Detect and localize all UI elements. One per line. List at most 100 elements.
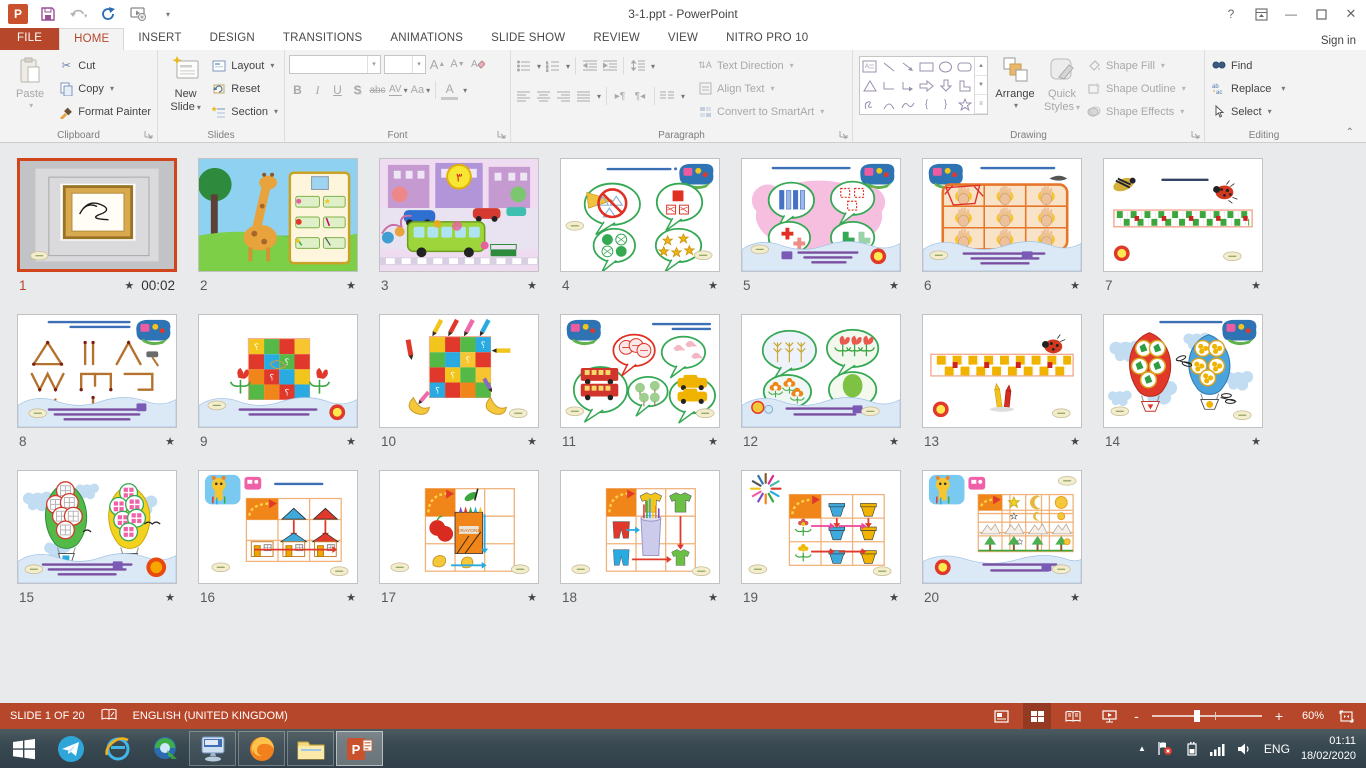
slide-thumbnail-9[interactable]: ؟؟؟؟ [198,314,358,428]
sign-in-link[interactable]: Sign in [1311,31,1366,50]
slide-cell-16[interactable]: 16 ★ [198,470,358,606]
animation-star-icon[interactable]: ★ [124,279,134,292]
bold-button[interactable]: B [289,81,306,100]
font-name-combo[interactable]: ▾ [289,55,381,74]
tab-view[interactable]: VIEW [654,28,712,50]
decrease-indent-button[interactable] [581,57,598,76]
arc-shape-icon[interactable] [879,95,898,114]
slide-cell-4[interactable]: 4 ★ [560,158,720,294]
slide-cell-3[interactable]: ۳ 3 ★ [379,158,539,294]
text-direction-button[interactable]: ⇅A Text Direction▾ [695,55,826,76]
animation-star-icon[interactable]: ★ [165,435,175,448]
animation-star-icon[interactable]: ★ [1070,279,1080,292]
align-text-button[interactable]: Align Text▾ [695,78,826,99]
italic-button[interactable]: I [309,81,326,100]
section-button[interactable]: Section▾ [209,101,280,122]
slide-thumbnail-1[interactable] [17,158,177,272]
slide-thumbnail-11[interactable] [560,314,720,428]
slide-cell-17[interactable]: CRAYONS 17 ★ [379,470,539,606]
animation-star-icon[interactable]: ★ [1251,435,1261,448]
curve-shape-icon[interactable] [898,95,917,114]
customize-qat-icon[interactable]: ▾ [158,4,178,24]
normal-view-button[interactable] [987,703,1015,729]
find-button[interactable]: Find [1209,55,1287,76]
slideshow-view-button[interactable] [1095,703,1123,729]
slide-cell-18[interactable]: 18 ★ [560,470,720,606]
slide-thumbnail-2[interactable] [198,158,358,272]
slide-thumbnail-20[interactable] [922,470,1082,584]
font-size-combo[interactable]: ▾ [384,55,426,74]
firefox-icon[interactable] [238,731,285,766]
start-button[interactable] [0,729,47,768]
slide-cell-19[interactable]: 19 ★ [741,470,901,606]
collapse-ribbon-icon[interactable]: ⌃ [1334,127,1366,142]
right-arrow-shape-icon[interactable] [917,76,936,95]
tab-file[interactable]: FILE [0,28,59,50]
file-explorer-icon[interactable] [287,731,334,766]
tab-design[interactable]: DESIGN [196,28,269,50]
animation-star-icon[interactable]: ★ [708,435,718,448]
slide-cell-11[interactable]: 11 ★ [560,314,720,450]
arrow-shape-icon[interactable] [898,57,917,76]
slide-sorter-view-button[interactable] [1023,703,1051,729]
language-indicator[interactable]: ENGLISH (UNITED KINGDOM) [133,710,288,722]
align-right-button[interactable] [555,87,572,106]
animation-star-icon[interactable]: ★ [527,435,537,448]
fit-slide-to-window-button[interactable] [1332,703,1360,729]
animation-star-icon[interactable]: ★ [527,591,537,604]
animation-star-icon[interactable]: ★ [165,591,175,604]
strikethrough-button[interactable]: abc [369,81,386,100]
star-shape-icon[interactable] [955,95,974,114]
slide-thumbnail-4[interactable] [560,158,720,272]
slide-thumbnail-14[interactable] [1103,314,1263,428]
slide-sorter-pane[interactable]: 1 ★ 00:02 2 ★ ۳ 3 ★ 4 ★ 5 ★ [0,143,1366,703]
shape-fill-button[interactable]: Shape Fill▾ [1084,55,1188,76]
shapes-gallery-scrollbar[interactable]: ▲▼≡ [974,57,987,114]
zoom-in-button[interactable]: + [1272,708,1286,724]
power-battery-icon[interactable] [1184,741,1198,756]
telegram-icon[interactable] [47,729,94,768]
scribble-shape-icon[interactable] [860,95,879,114]
animation-star-icon[interactable]: ★ [889,435,899,448]
align-center-button[interactable] [535,87,552,106]
slide-cell-12[interactable]: 12 ★ [741,314,901,450]
convert-smartart-button[interactable]: Convert to SmartArt▾ [695,101,826,122]
arrange-button[interactable]: Arrange ▾ [990,53,1040,110]
line-spacing-button[interactable] [629,57,646,76]
slide-cell-7[interactable]: 7 ★ [1103,158,1263,294]
select-button[interactable]: Select▾ [1209,101,1287,122]
start-from-beginning-icon[interactable] [128,4,148,24]
animation-star-icon[interactable]: ★ [1251,279,1261,292]
animation-star-icon[interactable]: ★ [1070,435,1080,448]
paste-button[interactable]: Paste ▾ [4,53,56,110]
slide-thumbnail-12[interactable] [741,314,901,428]
keyboard-language-indicator[interactable]: ENG [1264,742,1290,756]
columns-button[interactable] [659,87,676,106]
slide-thumbnail-18[interactable] [560,470,720,584]
tab-slide-show[interactable]: SLIDE SHOW [477,28,579,50]
clear-formatting-icon[interactable]: A [469,55,486,74]
cut-button[interactable]: ✂ Cut [56,55,153,76]
grow-font-button[interactable]: A▲ [429,55,446,74]
shrink-font-button[interactable]: A▼ [449,55,466,74]
tab-transitions[interactable]: TRANSITIONS [269,28,377,50]
network-signal-icon[interactable] [1209,742,1226,756]
minimize-button[interactable]: — [1276,0,1306,28]
tab-animations[interactable]: ANIMATIONS [376,28,477,50]
copy-button[interactable]: Copy▾ [56,78,153,99]
notes-icon[interactable] [101,708,117,724]
numbering-button[interactable]: 123 [544,57,561,76]
slide-thumbnail-6[interactable] [922,158,1082,272]
clipboard-dialog-launcher-icon[interactable] [144,130,154,140]
slide-thumbnail-15[interactable] [17,470,177,584]
text-box-shape-icon[interactable]: A [860,57,879,76]
change-case-button[interactable]: Aa▾ [411,81,430,100]
tab-insert[interactable]: INSERT [124,28,195,50]
slide-cell-13[interactable]: 13 ★ [922,314,1082,450]
zoom-out-button[interactable]: - [1131,708,1142,724]
tab-review[interactable]: REVIEW [579,28,654,50]
slide-cell-15[interactable]: 15 ★ [17,470,177,606]
tab-nitro-pro-10[interactable]: NITRO PRO 10 [712,28,822,50]
bullets-button[interactable] [515,57,532,76]
animation-star-icon[interactable]: ★ [1070,591,1080,604]
